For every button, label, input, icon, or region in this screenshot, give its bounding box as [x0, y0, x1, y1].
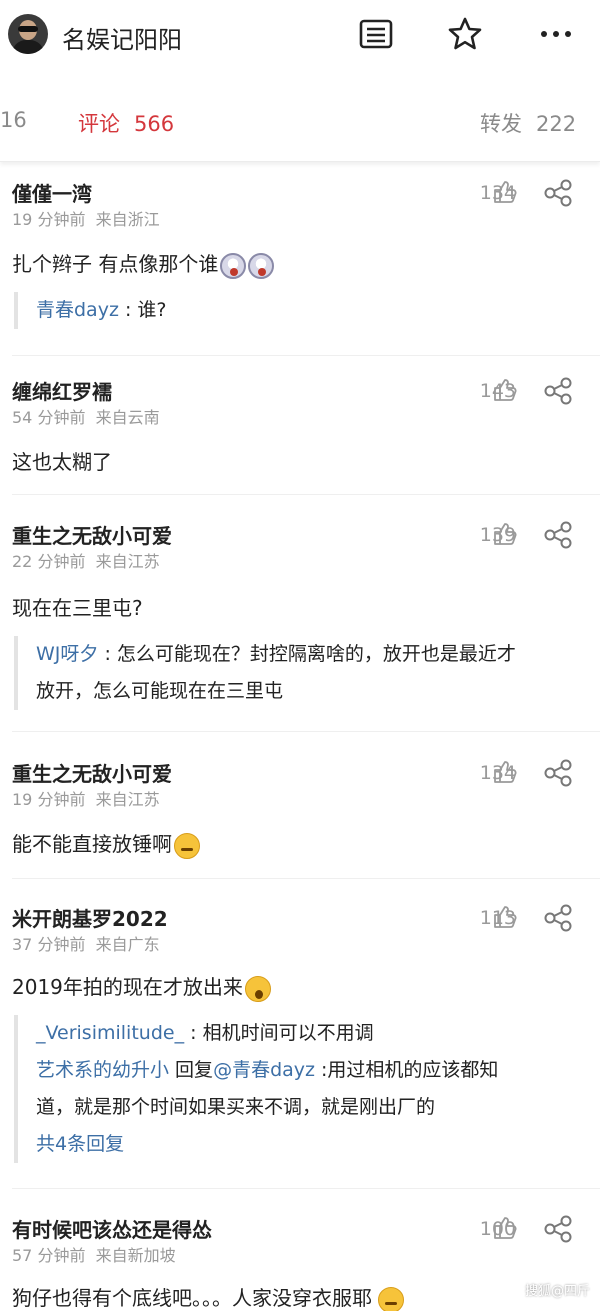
share-icon[interactable] — [543, 904, 573, 932]
comment-location: 来自江苏 — [95, 790, 160, 809]
comment-time: 22 分钟前 — [12, 552, 86, 571]
avatar[interactable] — [8, 14, 48, 54]
comment-item: 米开朗基罗2022 37 分钟前 来自广东 113 2019年拍的现在才放出来 … — [0, 903, 600, 1173]
mention-link[interactable]: @青春dayz — [213, 1059, 315, 1081]
divider — [12, 494, 600, 495]
comment-location: 来自江苏 — [95, 552, 160, 571]
reply-line: _Verisimilitude_ : 相机时间可以不用调 — [36, 1015, 586, 1052]
share-icon[interactable] — [543, 377, 573, 405]
reply-box[interactable]: WJ呀夕 : 怎么可能现在？封控隔离啥的，放开也是最近才 放开，怎么可能现在在三… — [14, 636, 586, 710]
comment-text: 能不能直接放锤啊 — [12, 828, 200, 859]
comment-text-content: 狗仔也得有个底线吧。。。人家没穿衣服耶 — [12, 1286, 372, 1310]
reply-author[interactable]: _Verisimilitude_ — [36, 1022, 184, 1044]
comment-time: 57 分钟前 — [12, 1246, 86, 1265]
comment-item: 有时候吧该怂还是得怂 57 分钟前 来自新加坡 100 狗仔也得有个底线吧。。。… — [0, 1214, 600, 1311]
comment-time: 19 分钟前 — [12, 210, 86, 229]
more-icon[interactable] — [538, 16, 574, 52]
reply-line: 道，就是那个时间如果买来不调，就是刚出厂的 — [36, 1096, 436, 1118]
reply-line: 放开，怎么可能现在在三里屯 — [36, 680, 284, 702]
reply-author[interactable]: WJ呀夕 — [36, 643, 98, 665]
comment-text: 扎个辫子 有点像那个谁 — [12, 248, 275, 279]
comment-location: 来自浙江 — [95, 210, 160, 229]
comment-location: 来自新加坡 — [95, 1246, 176, 1265]
comment-author[interactable]: 僅僅一湾 — [12, 178, 92, 207]
reply-word: 回复 — [169, 1059, 214, 1081]
comment-item: 重生之无敌小可爱 22 分钟前 来自江苏 139 现在在三里屯? WJ呀夕 : … — [0, 520, 600, 720]
article-list-icon[interactable] — [358, 16, 394, 52]
reply-line: 艺术系的幼升小 回复@青春dayz :用过相机的应该都知 — [36, 1052, 586, 1089]
comment-text: 现在在三里屯? — [12, 596, 143, 620]
reply-text: : 谁? — [124, 299, 167, 321]
comment-meta: 22 分钟前 来自江苏 — [12, 548, 160, 572]
page-title[interactable]: 名娱记阳阳 — [62, 20, 182, 55]
reply-author[interactable]: 艺术系的幼升小 — [36, 1059, 169, 1081]
comment-location: 来自云南 — [95, 408, 160, 427]
thumbs-up-icon[interactable] — [492, 904, 518, 930]
comment-text-content: 扎个辫子 有点像那个谁 — [12, 252, 219, 276]
thumbs-up-icon[interactable] — [492, 759, 518, 785]
scared-emoji-icon — [220, 252, 247, 279]
tab-repost-count: 222 — [536, 112, 577, 136]
comment-time: 19 分钟前 — [12, 790, 86, 809]
tab-like-count[interactable]: 16 — [0, 108, 27, 132]
comment-author[interactable]: 有时候吧该怂还是得怂 — [12, 1214, 212, 1243]
comment-time: 54 分钟前 — [12, 408, 86, 427]
reply-line: WJ呀夕 : 怎么可能现在？封控隔离啥的，放开也是最近才 — [36, 636, 586, 673]
thumbs-up-icon[interactable] — [492, 377, 518, 403]
thumbs-up-icon[interactable] — [492, 1215, 518, 1241]
share-icon[interactable] — [543, 521, 573, 549]
avatar-body — [12, 40, 44, 54]
comment-meta: 19 分钟前 来自江苏 — [12, 786, 160, 810]
comment-text: 这也太糊了 — [12, 450, 112, 474]
comment-author[interactable]: 缠绵红罗襦 — [12, 376, 112, 405]
reply-text: :用过相机的应该都知 — [314, 1059, 499, 1081]
comment-meta: 19 分钟前 来自浙江 — [12, 206, 160, 230]
avatar-glasses — [18, 26, 38, 32]
comment-item: 重生之无敌小可爱 19 分钟前 来自江苏 134 能不能直接放锤啊 — [0, 758, 600, 868]
thumbs-up-icon[interactable] — [492, 179, 518, 205]
sleepy-emoji-icon — [378, 1286, 404, 1311]
tab-repost[interactable]: 转发 222 — [480, 108, 576, 138]
comment-time: 37 分钟前 — [12, 935, 86, 954]
divider — [12, 731, 600, 732]
top-bar: 名娱记阳阳 — [0, 0, 600, 72]
comment-location: 来自广东 — [95, 935, 160, 954]
divider — [12, 355, 600, 356]
comment-item: 缠绵红罗襦 54 分钟前 来自云南 143 这也太糊了 — [0, 376, 600, 486]
sleepy-emoji-icon — [174, 832, 200, 859]
watermark: 搜狐@四斤 — [524, 1284, 590, 1299]
reply-author[interactable]: 青春dayz — [36, 299, 119, 321]
tab-repost-label: 转发 — [480, 112, 522, 136]
thumbs-up-icon[interactable] — [492, 521, 518, 547]
divider — [12, 878, 600, 879]
share-icon[interactable] — [543, 1215, 573, 1243]
comment-item: 僅僅一湾 19 分钟前 来自浙江 134 扎个辫子 有点像那个谁 青春dayz … — [0, 178, 600, 338]
tab-comments-count: 566 — [134, 112, 175, 136]
more-replies-link[interactable]: 共4条回复 — [36, 1126, 586, 1163]
comment-author[interactable]: 重生之无敌小可爱 — [12, 520, 172, 549]
reply-box[interactable]: 青春dayz : 谁? — [14, 292, 586, 329]
comment-author[interactable]: 米开朗基罗2022 — [12, 903, 168, 932]
comment-text: 2019年拍的现在才放出来 — [12, 971, 271, 1002]
comment-text-content: 2019年拍的现在才放出来 — [12, 975, 243, 999]
tab-bar: 16 评论 566 转发 222 — [0, 72, 600, 162]
comment-text: 狗仔也得有个底线吧。。。人家没穿衣服耶 — [12, 1282, 404, 1311]
reply-text: : 怎么可能现在？封控隔离啥的，放开也是最近才 — [104, 643, 516, 665]
tab-comments[interactable]: 评论 566 — [78, 108, 174, 138]
reply-text: : 相机时间可以不用调 — [190, 1022, 374, 1044]
comment-meta: 37 分钟前 来自广东 — [12, 931, 160, 955]
comment-text-content: 能不能直接放锤啊 — [12, 832, 172, 856]
share-icon[interactable] — [543, 759, 573, 787]
comment-author[interactable]: 重生之无敌小可爱 — [12, 758, 172, 787]
share-icon[interactable] — [543, 179, 573, 207]
star-icon[interactable] — [447, 16, 483, 52]
comment-meta: 57 分钟前 来自新加坡 — [12, 1242, 176, 1266]
divider — [12, 1188, 600, 1189]
shocked-emoji-icon — [244, 975, 271, 1002]
scared-emoji-icon — [248, 252, 275, 279]
comment-meta: 54 分钟前 来自云南 — [12, 404, 160, 428]
reply-box[interactable]: _Verisimilitude_ : 相机时间可以不用调 艺术系的幼升小 回复@… — [14, 1015, 586, 1163]
tab-comments-label: 评论 — [78, 112, 120, 136]
